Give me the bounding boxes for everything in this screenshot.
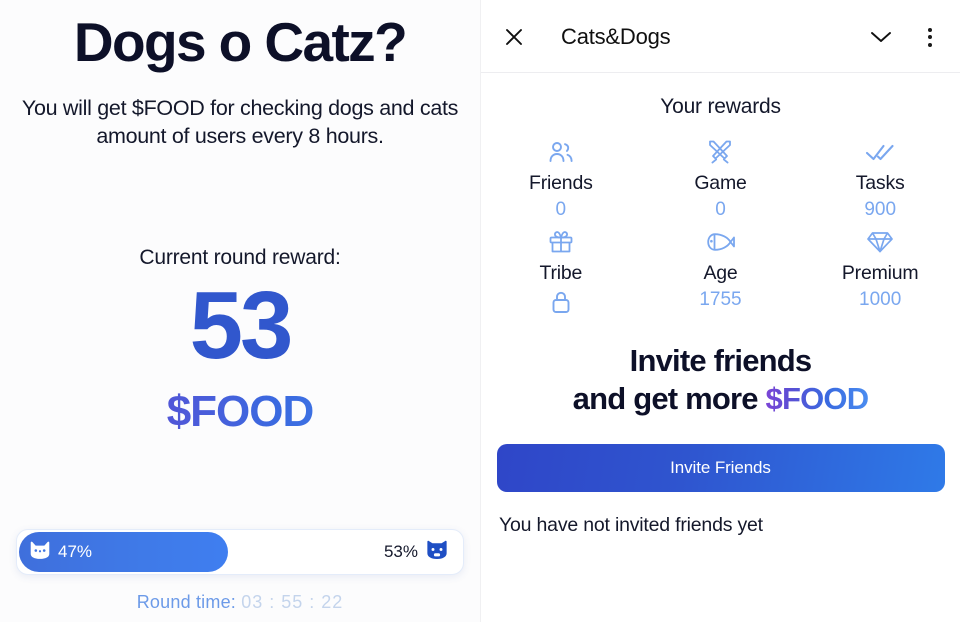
cat-icon <box>29 540 51 565</box>
diamond-icon <box>866 227 894 257</box>
chevron-down-icon[interactable] <box>866 23 896 51</box>
page-title: Dogs o Catz? <box>73 11 408 73</box>
panel-header: Cats&Dogs <box>481 0 960 73</box>
invite-heading-line2: and get more $FOOD <box>481 380 960 418</box>
reward-value: 1755 <box>699 289 742 310</box>
game-panel: Dogs o Catz? You will get $FOOD for chec… <box>0 0 480 622</box>
rewards-panel: Cats&Dogs Your rewards Friends 0 Game 0 … <box>480 0 960 622</box>
close-icon[interactable] <box>499 22 529 52</box>
round-timer: Round time: 03 : 55 : 22 <box>0 592 480 613</box>
rewards-grid: Friends 0 Game 0 Tasks 900 Tribe Age 175… <box>481 137 960 314</box>
fish-icon <box>705 227 736 257</box>
reward-item-tribe[interactable]: Tribe <box>481 227 641 314</box>
cat-percent-label: 47% <box>58 542 93 561</box>
invite-heading-prefix: and get more <box>572 380 766 416</box>
food-token: $FOOD <box>765 380 870 416</box>
reward-item-friends[interactable]: Friends 0 <box>481 137 641 221</box>
double-check-icon <box>865 137 895 167</box>
swords-icon <box>707 137 733 167</box>
dog-side-group: 53% <box>384 530 449 574</box>
more-vertical-icon[interactable] <box>916 22 944 52</box>
rewards-heading: Your rewards <box>660 95 781 118</box>
current-round-reward-label: Current round reward: <box>139 246 341 269</box>
reward-label: Age <box>703 262 738 284</box>
panel-title: Cats&Dogs <box>561 24 671 49</box>
reward-label: Game <box>694 172 747 194</box>
people-icon <box>548 137 574 167</box>
gift-icon <box>548 227 574 257</box>
reward-label: Tasks <box>855 172 905 194</box>
progress-fill-cats: 47% <box>19 532 228 572</box>
invite-heading: Invite friends and get more $FOOD <box>481 342 960 418</box>
reward-item-game[interactable]: Game 0 <box>641 137 801 221</box>
lock-icon <box>550 290 572 314</box>
invite-heading-line1: Invite friends <box>629 343 813 378</box>
reward-value: 900 <box>864 199 897 220</box>
current-round-reward-currency: $FOOD <box>0 390 480 434</box>
reward-item-premium[interactable]: Premium 1000 <box>800 227 960 314</box>
dog-percent-label: 53% <box>383 542 418 561</box>
menu-dot <box>928 35 932 39</box>
cats-vs-dogs-progress-bar[interactable]: 47% 53% <box>16 529 464 575</box>
reward-label: Friends <box>529 172 593 194</box>
reward-item-tasks[interactable]: Tasks 900 <box>800 137 960 221</box>
menu-dot <box>928 42 932 47</box>
reward-label: Premium <box>841 262 919 284</box>
app-root: Dogs o Catz? You will get $FOOD for chec… <box>0 0 960 622</box>
reward-label: Tribe <box>539 262 583 284</box>
invite-friends-button[interactable]: Invite Friends <box>496 443 945 492</box>
reward-item-age[interactable]: Age 1755 <box>641 227 801 314</box>
current-round-reward-amount: 53 <box>189 272 294 379</box>
dog-icon <box>425 540 449 565</box>
reward-value: 0 <box>715 199 726 220</box>
reward-value: 0 <box>555 199 567 220</box>
game-description: You will get $FOOD for checking dogs and… <box>21 96 459 149</box>
round-time-value: 03 : 55 : 22 <box>241 592 344 612</box>
reward-value: 1000 <box>859 289 902 310</box>
round-time-label: Round time: <box>136 592 236 612</box>
menu-dot <box>928 27 932 32</box>
invite-status-text: You have not invited friends yet <box>499 513 763 536</box>
